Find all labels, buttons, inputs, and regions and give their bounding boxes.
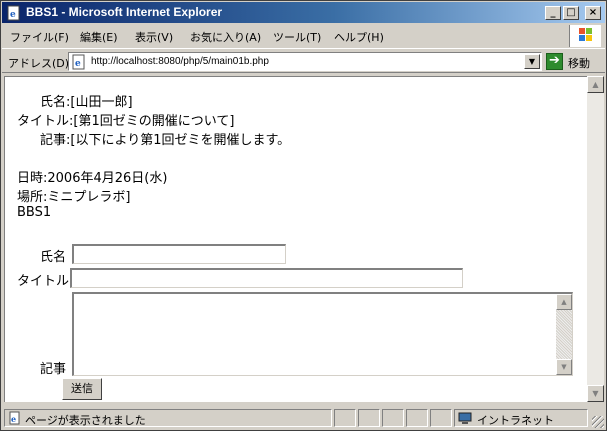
close-button[interactable]: × (585, 6, 601, 20)
maximize-icon: □ (566, 7, 576, 18)
zone-text: イントラネット (477, 414, 554, 427)
go-arrow-icon: ➔ (546, 53, 563, 70)
title-bar: e BBS1 - Microsoft Internet Explorer _ □… (2, 2, 605, 23)
address-url: http://localhost:8080/php/5/main01b.php (91, 56, 269, 67)
menu-edit[interactable]: 編集(E) (80, 29, 118, 45)
intranet-icon (458, 412, 472, 424)
resize-grip-icon[interactable] (592, 416, 604, 428)
minimize-button[interactable]: _ (545, 6, 561, 20)
ie-page-icon: e (9, 411, 20, 425)
close-icon: × (588, 7, 598, 18)
menu-bar: ファイル(F) 編集(E) 表示(V) お気に入り(A) ツール(T) ヘルプ(… (2, 25, 562, 47)
body-textarea[interactable]: ▲ ▼ (72, 292, 573, 376)
go-label: 移動 (568, 57, 590, 70)
windows-flag-icon (579, 28, 592, 41)
status-pane (334, 409, 356, 427)
svg-text:e: e (75, 59, 81, 69)
svg-text:e: e (10, 10, 16, 20)
status-pane (430, 409, 452, 427)
menu-tools[interactable]: ツール(T) (273, 29, 321, 45)
ie-page-icon: e (72, 54, 85, 70)
status-pane-main: e ページが表示されました (4, 409, 332, 427)
windows-logo-icon (569, 25, 601, 47)
address-label: アドレス(D) (8, 57, 70, 70)
zone-pane: イントラネット (454, 409, 588, 427)
ie-page-icon: e (7, 5, 20, 21)
body-label: 記事 (40, 362, 67, 377)
post-place: 場所:ミニプレラボ] (17, 190, 131, 205)
address-bar: アドレス(D) e http://localhost:8080/php/5/ma… (2, 48, 605, 73)
scroll-up-icon[interactable]: ▲ (587, 76, 604, 93)
textarea-scrollbar[interactable]: ▲ ▼ (556, 294, 572, 375)
title-input[interactable] (70, 268, 463, 288)
page-scrollbar[interactable]: ▲ ▼ (587, 76, 604, 402)
status-pane (382, 409, 404, 427)
go-button[interactable]: ➔ 移動 (546, 52, 604, 71)
window-title: BBS1 - Microsoft Internet Explorer (26, 5, 223, 19)
scroll-down-icon[interactable]: ▼ (556, 359, 572, 375)
status-pane (358, 409, 380, 427)
scroll-up-icon[interactable]: ▲ (556, 294, 572, 310)
maximize-button[interactable]: □ (563, 6, 579, 20)
menu-favorites[interactable]: お気に入り(A) (190, 29, 261, 45)
title-label: タイトル (17, 274, 70, 289)
scroll-down-icon[interactable]: ▼ (587, 385, 604, 402)
post-name: 氏名:[山田一郎] (40, 95, 133, 110)
status-pane (406, 409, 428, 427)
chevron-down-icon[interactable]: ▼ (524, 54, 540, 69)
post-body: 記事:[以下により第1回ゼミを開催します。 (40, 133, 291, 148)
menu-help[interactable]: ヘルプ(H) (334, 29, 384, 45)
name-label: 氏名 (40, 250, 67, 265)
menu-view[interactable]: 表示(V) (135, 29, 173, 45)
name-input[interactable] (72, 244, 286, 264)
submit-button[interactable]: 送信 (62, 378, 102, 400)
status-bar: e ページが表示されました イントラネット (2, 407, 605, 429)
address-input[interactable]: e http://localhost:8080/php/5/main01b.ph… (68, 52, 542, 71)
post-date: 日時:2006年4月26日(水) (17, 171, 168, 186)
status-text: ページが表示されました (25, 414, 146, 427)
post-title: タイトル:[第1回ゼミの開催について] (17, 114, 235, 129)
svg-text:e: e (11, 414, 16, 424)
page-content: 氏名:[山田一郎] タイトル:[第1回ゼミの開催について] 記事:[以下により第… (4, 76, 587, 402)
minimize-icon: _ (550, 7, 556, 18)
browser-window: e BBS1 - Microsoft Internet Explorer _ □… (0, 0, 607, 431)
page-heading: BBS1 (17, 205, 52, 220)
menu-file[interactable]: ファイル(F) (10, 29, 69, 45)
